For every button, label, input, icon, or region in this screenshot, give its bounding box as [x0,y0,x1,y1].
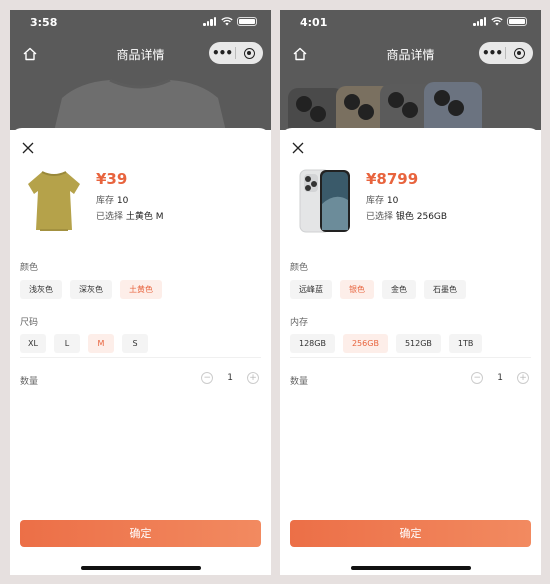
nav-bar: 商品详情 ••• [280,40,541,70]
color-option[interactable]: 深灰色 [70,280,112,299]
stock-value: 10 [386,196,399,206]
color-option[interactable]: 浅灰色 [20,280,62,299]
wifi-icon [221,17,233,26]
mini-program-capsule: ••• [479,42,533,64]
selected-spec: 已选择 银色 256GB [366,212,448,222]
quantity-stepper: − 1 + [201,372,259,384]
storage-label: 内存 [290,318,309,328]
color-option-selected[interactable]: 银色 [340,280,374,299]
price: ¥8799 [366,170,419,188]
signal-icon [203,17,217,26]
divider [20,357,261,358]
selected-spec-value: 土黄色 M [125,212,164,222]
quantity-value[interactable]: 1 [497,373,503,383]
background-tshirt-image [54,78,226,130]
spec-bottom-sheet: ¥39 库存 10 已选择 土黄色 M 颜色 浅灰色 深灰色 土黄色 尺码 XL… [10,128,271,575]
plus-icon[interactable]: + [247,372,259,384]
close-icon[interactable] [292,142,304,154]
size-option[interactable]: XL [20,334,46,353]
quantity-value[interactable]: 1 [227,373,233,383]
dimmed-page-area[interactable]: 4:01 商品详情 ••• [280,10,541,130]
status-bar: 3:58 [10,10,271,36]
color-option[interactable]: 金色 [382,280,416,299]
phone-screen-tshirt: 3:58 商品详情 ••• ¥39 库存 10 已选择 土黄色 M 颜色 浅灰色… [10,10,271,575]
quantity-label: 数量 [290,377,309,387]
battery-icon [237,17,257,26]
size-label: 尺码 [20,318,39,328]
wifi-icon [491,17,503,26]
color-label: 颜色 [20,263,39,273]
spec-bottom-sheet: ¥8799 库存 10 已选择 银色 256GB 颜色 远峰蓝 银色 金色 石墨… [280,128,541,575]
size-option-selected[interactable]: M [88,334,114,353]
status-bar: 4:01 [280,10,541,36]
home-indicator [80,566,201,570]
confirm-button[interactable]: 确定 [290,520,531,547]
mini-program-capsule: ••• [209,42,263,64]
color-options: 浅灰色 深灰色 土黄色 [20,280,162,299]
status-time: 3:58 [30,16,58,29]
plus-icon[interactable]: + [517,372,529,384]
battery-icon [507,17,527,26]
storage-option-selected[interactable]: 256GB [342,334,388,353]
phone-screen-iphone: 4:01 商品详情 ••• ¥8799 库存 10 已选择 银色 256GB 颜… [280,10,541,575]
quantity-stepper: − 1 + [471,372,529,384]
close-icon[interactable] [22,142,34,154]
close-program-icon[interactable] [506,47,532,59]
close-program-icon[interactable] [236,47,262,59]
color-option-selected[interactable]: 土黄色 [120,280,162,299]
more-icon[interactable]: ••• [479,46,505,60]
quantity-label: 数量 [20,377,39,387]
phone-icon [299,169,350,233]
selected-spec: 已选择 土黄色 M [96,212,164,222]
dimmed-page-area[interactable]: 3:58 商品详情 ••• [10,10,271,130]
minus-icon[interactable]: − [201,372,214,384]
divider [290,357,531,358]
color-label: 颜色 [290,263,309,273]
stock-value: 10 [116,196,129,206]
signal-icon [473,17,487,26]
background-phones-image [288,82,482,130]
confirm-button[interactable]: 确定 [20,520,261,547]
selected-spec-value: 银色 256GB [395,212,448,222]
size-option[interactable]: L [54,334,80,353]
color-options: 远峰蓝 银色 金色 石墨色 [290,280,466,299]
storage-option[interactable]: 1TB [448,334,483,353]
size-options: XL L M S [20,334,148,353]
stock-info: 库存 10 [366,196,399,206]
home-indicator [350,566,471,570]
nav-bar: 商品详情 ••• [10,40,271,70]
tshirt-icon [28,171,80,231]
size-option[interactable]: S [122,334,148,353]
storage-options: 128GB 256GB 512GB 1TB [290,334,483,353]
minus-icon[interactable]: − [471,372,484,384]
color-option[interactable]: 石墨色 [424,280,466,299]
color-option[interactable]: 远峰蓝 [290,280,332,299]
status-time: 4:01 [300,16,328,29]
stock-info: 库存 10 [96,196,129,206]
storage-option[interactable]: 512GB [395,334,441,353]
storage-option[interactable]: 128GB [290,334,335,353]
price: ¥39 [96,170,128,188]
more-icon[interactable]: ••• [209,46,235,60]
